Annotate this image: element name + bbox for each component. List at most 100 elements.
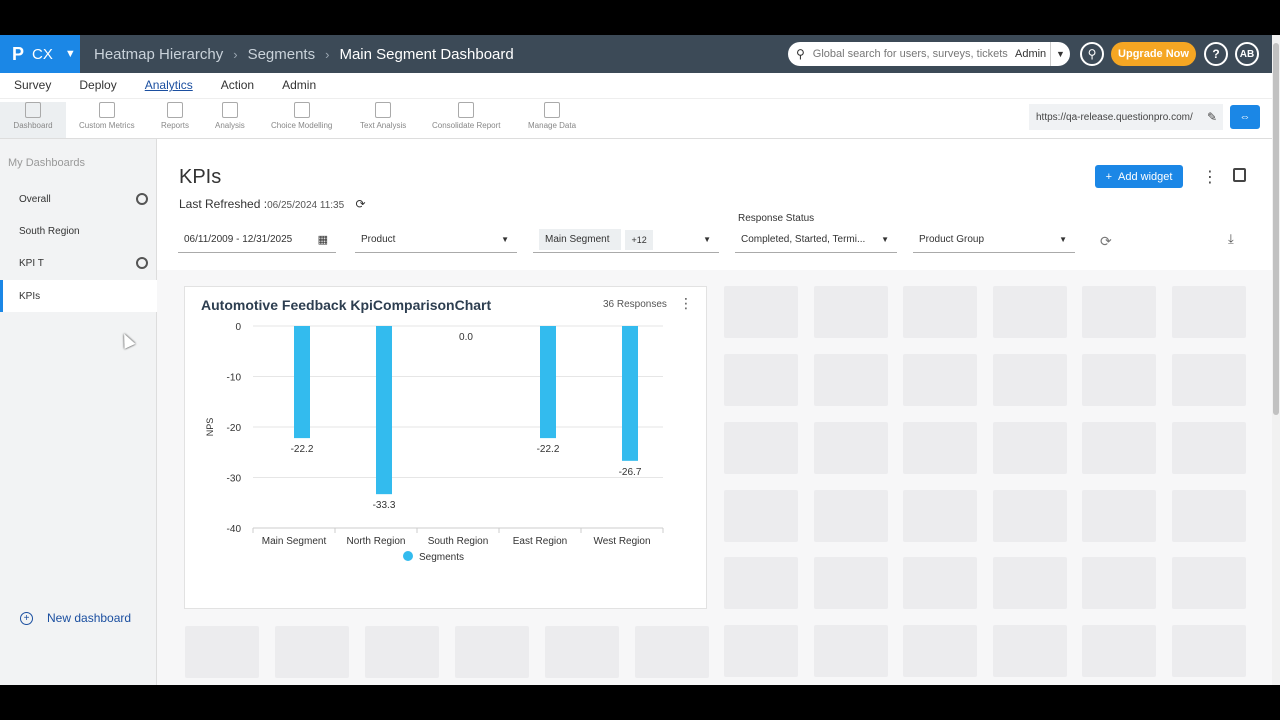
- plus-circle-icon: +: [20, 611, 33, 625]
- top-bar: P CX ▼ Heatmap Hierarchy › Segments › Ma…: [0, 35, 1272, 73]
- placeholder-tile: [903, 286, 977, 338]
- new-dashboard-button[interactable]: + New dashboard: [20, 611, 131, 625]
- tool-choice-modelling[interactable]: Choice Modelling: [271, 102, 332, 130]
- dashboard-main: KPIs Last Refreshed :06/25/2024 11:35 ⟳ …: [157, 139, 1272, 685]
- more-options-icon[interactable]: ⋮: [1202, 167, 1218, 187]
- sidebar-item-south-region[interactable]: South Region: [0, 215, 157, 247]
- search-scope[interactable]: Admin: [1015, 48, 1046, 60]
- placeholder-tile: [903, 422, 977, 474]
- tool-label: Custom Metrics: [79, 121, 135, 130]
- placeholder-tile: [1172, 354, 1246, 406]
- reload-icon[interactable]: ⟳: [1100, 233, 1112, 250]
- chevron-down-icon[interactable]: ▼: [1050, 42, 1070, 66]
- pencil-icon[interactable]: ✎: [1207, 110, 1217, 124]
- sidebar-item-kpi-t[interactable]: KPI T: [0, 247, 157, 279]
- questionpro-logo-icon: P: [12, 43, 25, 64]
- response-status-filter[interactable]: Completed, Started, Termi... ▼: [735, 227, 897, 253]
- kpi-comparison-widget[interactable]: Automotive Feedback KpiComparisonChart 3…: [184, 286, 707, 609]
- y-tick-label: -40: [227, 524, 242, 535]
- y-tick-label: 0: [235, 322, 241, 333]
- widget-menu-icon[interactable]: ⋮: [679, 295, 693, 312]
- placeholder-tile: [635, 626, 709, 678]
- tool-analysis[interactable]: Analysis: [215, 102, 245, 130]
- tool-custom-metrics[interactable]: Custom Metrics: [79, 102, 135, 130]
- segment-chip: Main Segment: [539, 229, 622, 250]
- data-label: -33.3: [373, 500, 396, 511]
- search-icon: ⚲: [1087, 47, 1097, 61]
- dashboard-url[interactable]: https://qa-release.questionpro.com/ ✎: [1029, 104, 1223, 130]
- placeholder-tile: [993, 490, 1067, 542]
- chevron-down-icon: ▼: [64, 48, 76, 60]
- nav-action[interactable]: Action: [207, 73, 268, 98]
- tool-label: Reports: [161, 121, 190, 130]
- add-widget-button[interactable]: + Add widget: [1095, 165, 1183, 188]
- placeholder-tile: [903, 354, 977, 406]
- placeholder-tile: [724, 354, 798, 406]
- kpi-bar-chart: 0 -10 -20 -30 -40 NPS -22.2 Main Segment -33.3 No…: [205, 322, 664, 563]
- date-range-filter[interactable]: 06/11/2009 - 12/31/2025 ▦: [178, 227, 336, 253]
- tool-manage-data[interactable]: Manage Data: [528, 102, 576, 130]
- breadcrumb-current: Main Segment Dashboard: [339, 45, 514, 63]
- nav-deploy[interactable]: Deploy: [65, 73, 130, 98]
- bar: [376, 326, 392, 495]
- nav-analytics[interactable]: Analytics: [131, 73, 207, 98]
- add-widget-label: Add widget: [1118, 170, 1173, 183]
- placeholder-tile: [545, 626, 619, 678]
- bar: [294, 326, 310, 439]
- product-switcher[interactable]: P CX ▼: [0, 35, 80, 73]
- product-filter[interactable]: Product ▼: [355, 227, 517, 253]
- tool-reports[interactable]: Reports: [161, 102, 189, 130]
- scrollbar-thumb[interactable]: [1273, 43, 1279, 415]
- placeholder-tile: [1082, 557, 1156, 609]
- download-icon[interactable]: ⤓: [1228, 231, 1234, 247]
- help-button[interactable]: ?: [1204, 42, 1228, 66]
- avatar[interactable]: AB: [1235, 42, 1259, 66]
- segment-filter[interactable]: Main Segment +12 ▼: [533, 227, 719, 253]
- nav-admin[interactable]: Admin: [268, 73, 330, 98]
- placeholder-tile: [903, 557, 977, 609]
- breadcrumb-heatmap[interactable]: Heatmap Hierarchy: [94, 46, 223, 63]
- breadcrumb-segments[interactable]: Segments: [248, 46, 316, 63]
- response-status-value: Completed, Started, Termi...: [741, 234, 866, 245]
- chevron-right-icon: ›: [325, 46, 330, 62]
- placeholder-tile: [365, 626, 439, 678]
- upgrade-button[interactable]: Upgrade Now: [1111, 42, 1196, 66]
- tool-consolidate-report[interactable]: Consolidate Report: [432, 102, 500, 130]
- nav-survey[interactable]: Survey: [0, 73, 65, 98]
- url-text: https://qa-release.questionpro.com/: [1036, 111, 1193, 123]
- sidebar-item-kpis[interactable]: KPIs: [0, 280, 157, 312]
- response-status-label: Response Status: [738, 213, 815, 224]
- tool-dashboard[interactable]: Dashboard: [0, 102, 66, 138]
- search-button[interactable]: ⚲: [1080, 42, 1104, 66]
- link-icon: ⇔: [1239, 111, 1251, 123]
- x-tick-label: West Region: [593, 536, 650, 547]
- sidebar-item-overall[interactable]: Overall: [0, 183, 157, 215]
- placeholder-tile: [1082, 286, 1156, 338]
- refresh-icon[interactable]: ⟳: [356, 197, 366, 211]
- lock-icon[interactable]: [1233, 168, 1246, 182]
- placeholder-tile: [903, 625, 977, 677]
- segment-more-count: +12: [625, 229, 653, 250]
- placeholder-tile: [814, 625, 888, 677]
- dashboard-icon: [25, 102, 41, 118]
- last-refreshed-value: 06/25/2024 11:35: [267, 200, 345, 211]
- search-input[interactable]: Global search for users, surveys, ticket…: [813, 48, 1008, 60]
- page-scrollbar[interactable]: [1272, 35, 1280, 685]
- bar: [540, 326, 556, 439]
- placeholder-tile: [275, 626, 349, 678]
- analysis-icon: [221, 102, 238, 118]
- x-tick-label: South Region: [428, 536, 489, 547]
- chevron-down-icon: ▼: [703, 235, 711, 244]
- tool-label: Analysis: [215, 121, 245, 130]
- product-group-filter[interactable]: Product Group ▼: [913, 227, 1075, 253]
- tool-text-analysis[interactable]: Text Analysis: [360, 102, 406, 130]
- global-search[interactable]: ⚲ Global search for users, surveys, tick…: [788, 42, 1070, 66]
- calendar-icon: ▦: [317, 234, 328, 246]
- sidebar-item-label: South Region: [19, 225, 80, 237]
- app-window: P CX ▼ Heatmap Hierarchy › Segments › Ma…: [0, 35, 1280, 685]
- placeholder-tile: [1082, 422, 1156, 474]
- placeholder-tile: [1172, 490, 1246, 542]
- sidebar-item-label: KPI T: [19, 257, 44, 269]
- link-button[interactable]: ⇔: [1230, 105, 1260, 129]
- placeholder-tile: [814, 354, 888, 406]
